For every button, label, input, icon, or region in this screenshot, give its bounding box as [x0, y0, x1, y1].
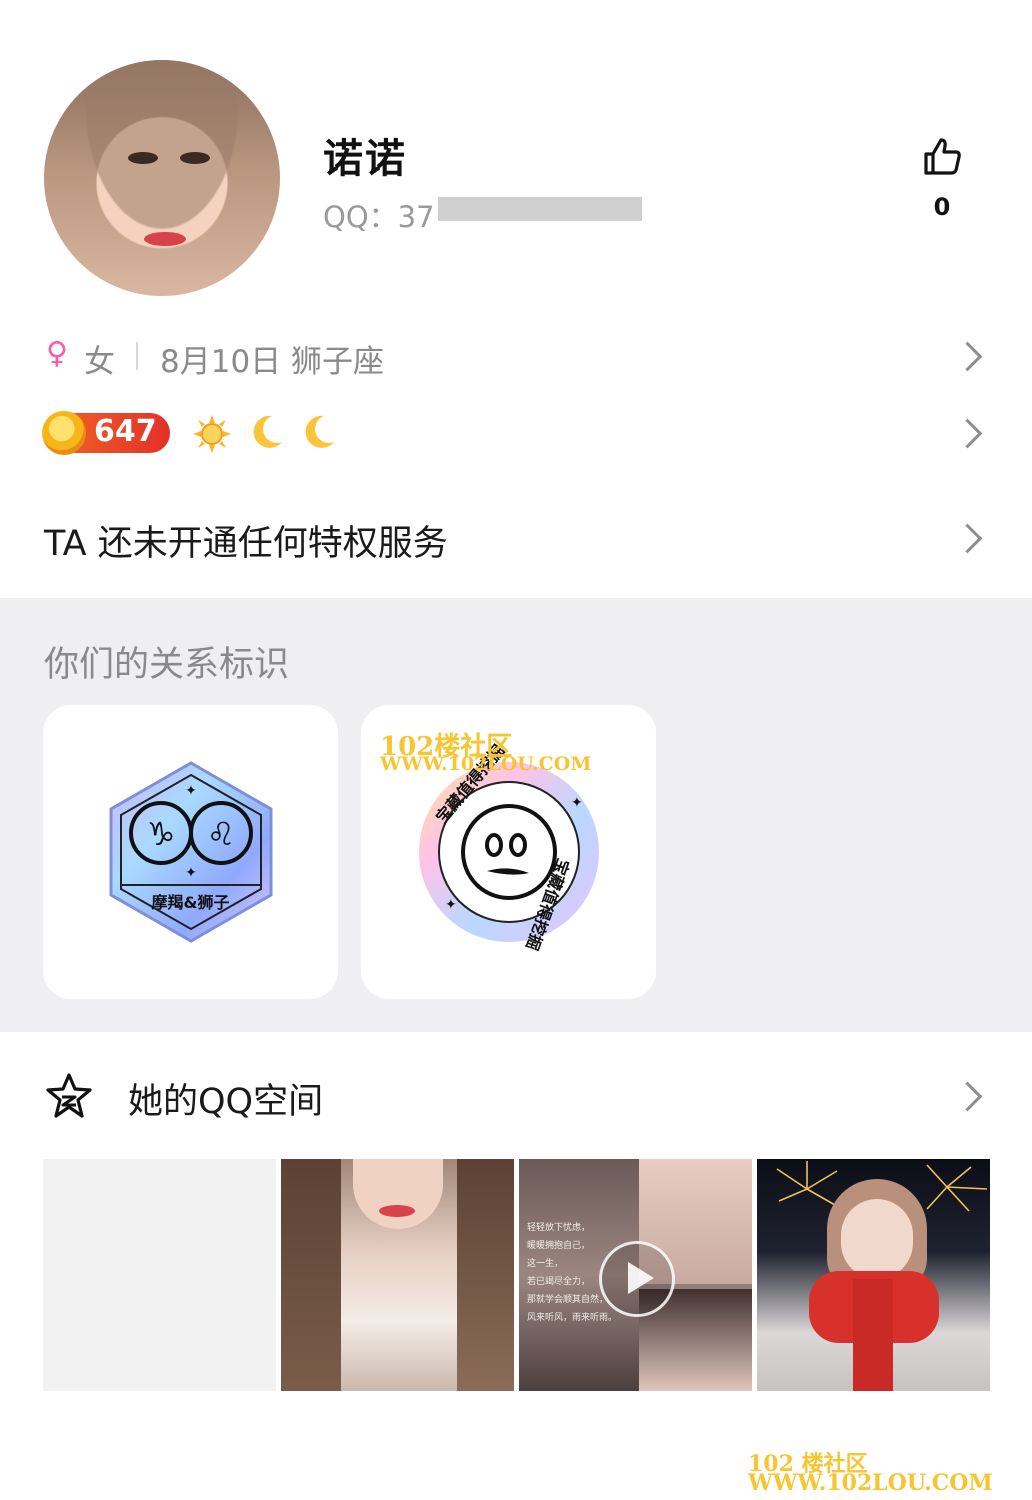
chevron-right-icon	[952, 418, 983, 449]
qzone-photo[interactable]	[281, 1159, 514, 1391]
chevron-right-icon	[952, 1081, 983, 1112]
birthday-label: 8月10日 狮子座	[160, 344, 385, 380]
qq-number: QQ：37	[323, 200, 435, 234]
zodiac-symbol-2: ♌	[207, 815, 236, 853]
watermark: WWW.102LOU.COM	[748, 1470, 993, 1496]
privilege-text: TA 还未开通任何特权服务	[44, 524, 448, 564]
basic-info-row[interactable]	[0, 326, 1032, 386]
svg-text:✦: ✦	[185, 865, 197, 881]
watermark: WWW.102LOU.COM	[380, 753, 592, 775]
qq-number-redaction	[438, 197, 642, 221]
qzone-star-icon	[46, 1073, 92, 1118]
moon-icon	[305, 415, 334, 448]
relationship-badge-card[interactable]: ♑ ♌ ✦ ✦ 摩羯&狮子	[43, 705, 338, 999]
like-count: 0	[933, 193, 951, 221]
divider	[136, 342, 138, 370]
zodiac-symbol-1: ♑	[147, 815, 176, 853]
svg-text:✦: ✦	[445, 897, 457, 913]
thumbs-up-icon[interactable]	[920, 135, 964, 179]
qzone-title: 她的QQ空间	[128, 1082, 324, 1122]
profile-name: 诺诺	[323, 136, 407, 182]
chevron-right-icon	[952, 523, 983, 554]
zodiac-badge-label: 摩羯&狮子	[151, 893, 230, 912]
play-icon[interactable]	[599, 1241, 675, 1317]
level-number: 647	[94, 414, 157, 449]
chevron-right-icon	[952, 341, 983, 372]
sun-icon	[193, 415, 231, 453]
gender-label: 女	[84, 344, 115, 380]
zodiac-badge: ♑ ♌ ✦ ✦	[109, 761, 273, 943]
coin-icon	[42, 411, 86, 455]
female-icon: ♀	[46, 336, 68, 371]
qzone-photo[interactable]	[43, 1159, 276, 1391]
relationship-title: 你们的关系标识	[44, 645, 290, 685]
svg-text:✦: ✦	[571, 795, 583, 811]
avatar[interactable]	[44, 60, 280, 296]
qzone-video[interactable]: 轻轻放下忧虑， 暖暖拥抱自己， 这一生， 若已竭尽全力， 那就学会顺其自然， 风…	[519, 1159, 752, 1391]
svg-text:✦: ✦	[185, 783, 197, 799]
moon-icon	[253, 415, 282, 448]
qzone-photo[interactable]	[757, 1159, 990, 1391]
